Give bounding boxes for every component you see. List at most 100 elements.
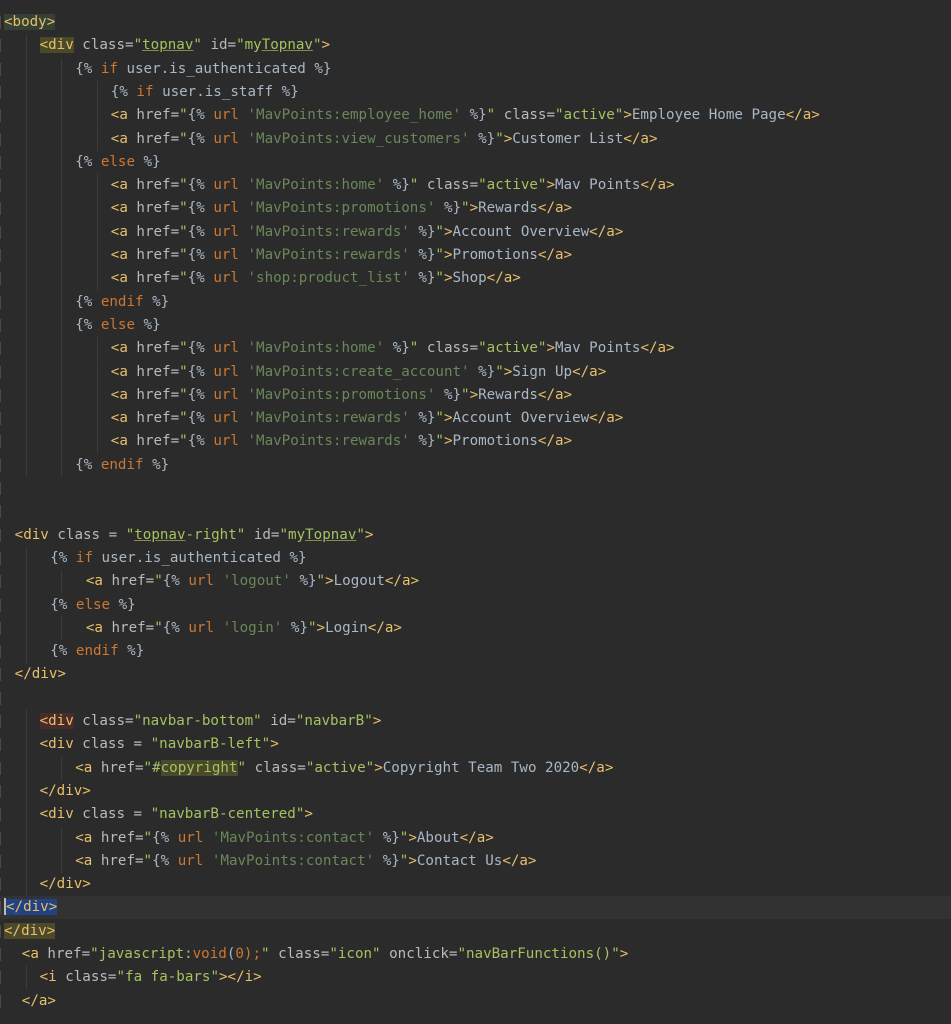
code-token: " — [143, 829, 153, 846]
gutter-marker — [0, 901, 1, 915]
code-line[interactable]: {% endif %} — [0, 290, 951, 314]
code-line[interactable]: <a href="{% url 'MavPoints:contact' %}">… — [0, 826, 951, 850]
code-token: <a — [110, 363, 128, 380]
indent-guide — [97, 337, 98, 361]
code-token: Mav Points — [555, 340, 641, 357]
code-token: </a> — [537, 247, 573, 263]
code-token: "navbar-bottom" — [133, 713, 262, 729]
code-line[interactable]: <div class="navbar-bottom" id="navbarB"> — [0, 710, 951, 734]
code-line[interactable]: {% else %} — [0, 150, 951, 175]
code-line[interactable]: <div class = "navbarB-centered"> — [0, 803, 951, 827]
code-line[interactable]: <a href="{% url 'shop:product_list' %}">… — [0, 267, 951, 291]
code-line[interactable]: <div class="topnav" id="myTopnav"> — [0, 34, 951, 58]
code-line[interactable]: <a href="{% url 'MavPoints:contact' %}">… — [0, 849, 951, 874]
code-token: %} — [127, 643, 145, 660]
indent-guide — [25, 849, 27, 874]
code-token: "javascript: — [90, 946, 193, 962]
code-line[interactable]: {% if user.is_authenticated %} — [0, 546, 951, 571]
code-text: <a href="{% url 'MavPoints:home' %}" cla… — [111, 337, 675, 360]
code-token: {% — [187, 270, 214, 287]
indent-guide — [97, 174, 98, 198]
code-line[interactable]: <a href="{% url 'MavPoints:rewards' %}">… — [0, 407, 951, 431]
code-line[interactable]: <a href="javascript:void(0);" class="ico… — [0, 943, 951, 966]
code-token: {% — [187, 223, 214, 240]
code-line[interactable]: <div class = "navbarB-left"> — [0, 733, 951, 757]
code-token: if — [127, 83, 163, 100]
code-line[interactable] — [0, 500, 951, 523]
code-token: href= — [127, 107, 180, 124]
gutter-marker — [0, 971, 1, 985]
code-token: %} — [409, 223, 436, 240]
code-line[interactable]: <a href="{% url 'MavPoints:home' %}" cla… — [0, 337, 951, 361]
code-line[interactable]: <i class="fa fa-bars"></i> — [0, 966, 951, 990]
code-token: class= — [73, 37, 134, 54]
code-text: </div> — [40, 780, 91, 803]
indent-guide — [61, 430, 63, 454]
indent-guide — [97, 383, 98, 408]
code-line[interactable]: <a href="{% url 'MavPoints:rewards' %}">… — [0, 430, 951, 454]
code-line[interactable]: </a> — [0, 990, 951, 1013]
code-text: {% endif %} — [50, 640, 144, 663]
indent-guide — [25, 337, 27, 361]
code-token: " — [307, 619, 317, 636]
code-line[interactable]: {% endif %} — [0, 640, 951, 664]
code-line[interactable]: <body> — [0, 11, 951, 34]
code-line[interactable]: {% else %} — [0, 313, 951, 338]
gutter-marker — [0, 295, 1, 309]
code-token: class= — [73, 713, 134, 729]
code-line[interactable]: </div> — [0, 779, 951, 804]
code-token: </a> — [640, 177, 675, 194]
code-token: "icon" — [329, 946, 381, 962]
code-token: {% — [75, 316, 93, 333]
code-token: url — [213, 177, 248, 194]
code-token: </div> — [39, 782, 91, 799]
code-token: 'MavPoints:contact' — [211, 829, 375, 846]
code-token: Topnav — [305, 526, 357, 543]
code-token: > — [325, 573, 334, 590]
code-token: > — [270, 736, 279, 753]
code-line[interactable]: <a href="#copyright" class="active">Copy… — [0, 756, 951, 780]
code-token: Rewards — [478, 386, 538, 403]
code-token: " — [154, 619, 163, 636]
code-line[interactable]: <div class = "topnav-right" id="myTopnav… — [0, 524, 951, 547]
code-line[interactable]: <a href="{% url 'MavPoints:promotions' %… — [0, 383, 951, 408]
code-token: <a — [75, 852, 93, 869]
code-line[interactable]: {% else %} — [0, 593, 951, 617]
code-line[interactable]: <a href="{% url 'logout' %}">Logout</a> — [0, 570, 951, 594]
code-line[interactable]: <a href="{% url 'MavPoints:promotions' %… — [0, 197, 951, 221]
code-line[interactable]: <a href="{% url 'MavPoints:rewards' %}">… — [0, 244, 951, 268]
indent-guide — [25, 174, 27, 198]
code-token: %} — [435, 200, 462, 217]
code-line[interactable]: </div> — [0, 896, 951, 920]
code-line[interactable]: <a href="{% url 'MavPoints:employee_home… — [0, 104, 951, 128]
code-token: ); — [243, 946, 261, 962]
code-line[interactable] — [0, 687, 951, 710]
code-line[interactable]: <a href="{% url 'MavPoints:create_accoun… — [0, 360, 951, 384]
code-line[interactable]: </div> — [0, 873, 951, 897]
code-editor[interactable]: <body> <div class="topnav" id="myTopnav">… — [0, 0, 951, 1024]
code-line[interactable]: {% if user.is_authenticated %} — [0, 57, 951, 81]
code-line[interactable]: <a href="{% url 'MavPoints:rewards' %}">… — [0, 220, 951, 244]
code-token: class = — [48, 526, 126, 543]
code-token: %} — [469, 130, 496, 147]
indent-guide — [97, 407, 98, 431]
code-token: > — [443, 410, 453, 427]
code-line[interactable] — [0, 477, 951, 500]
gutter-marker — [0, 854, 1, 868]
code-line[interactable]: </div> — [0, 920, 951, 943]
code-token: {% — [75, 153, 93, 170]
code-line[interactable]: {% endif %} — [0, 453, 951, 477]
code-line[interactable]: <a href="{% url 'MavPoints:home' %}" cla… — [0, 174, 951, 198]
code-token: "active" — [305, 759, 375, 776]
indent-guide — [25, 756, 27, 780]
code-token: {% — [187, 410, 214, 427]
code-text: <a href="#copyright" class="active">Copy… — [75, 757, 613, 780]
code-line[interactable]: {% if user.is_staff %} — [0, 80, 951, 105]
code-line[interactable]: </div> — [0, 663, 951, 686]
indent-guide — [97, 430, 98, 454]
code-token: href= — [127, 223, 180, 240]
code-token: href= — [127, 247, 180, 263]
code-line[interactable]: <a href="{% url 'MavPoints:view_customer… — [0, 127, 951, 151]
code-line[interactable]: <a href="{% url 'login' %}">Login</a> — [0, 616, 951, 641]
code-token: " — [179, 223, 188, 240]
